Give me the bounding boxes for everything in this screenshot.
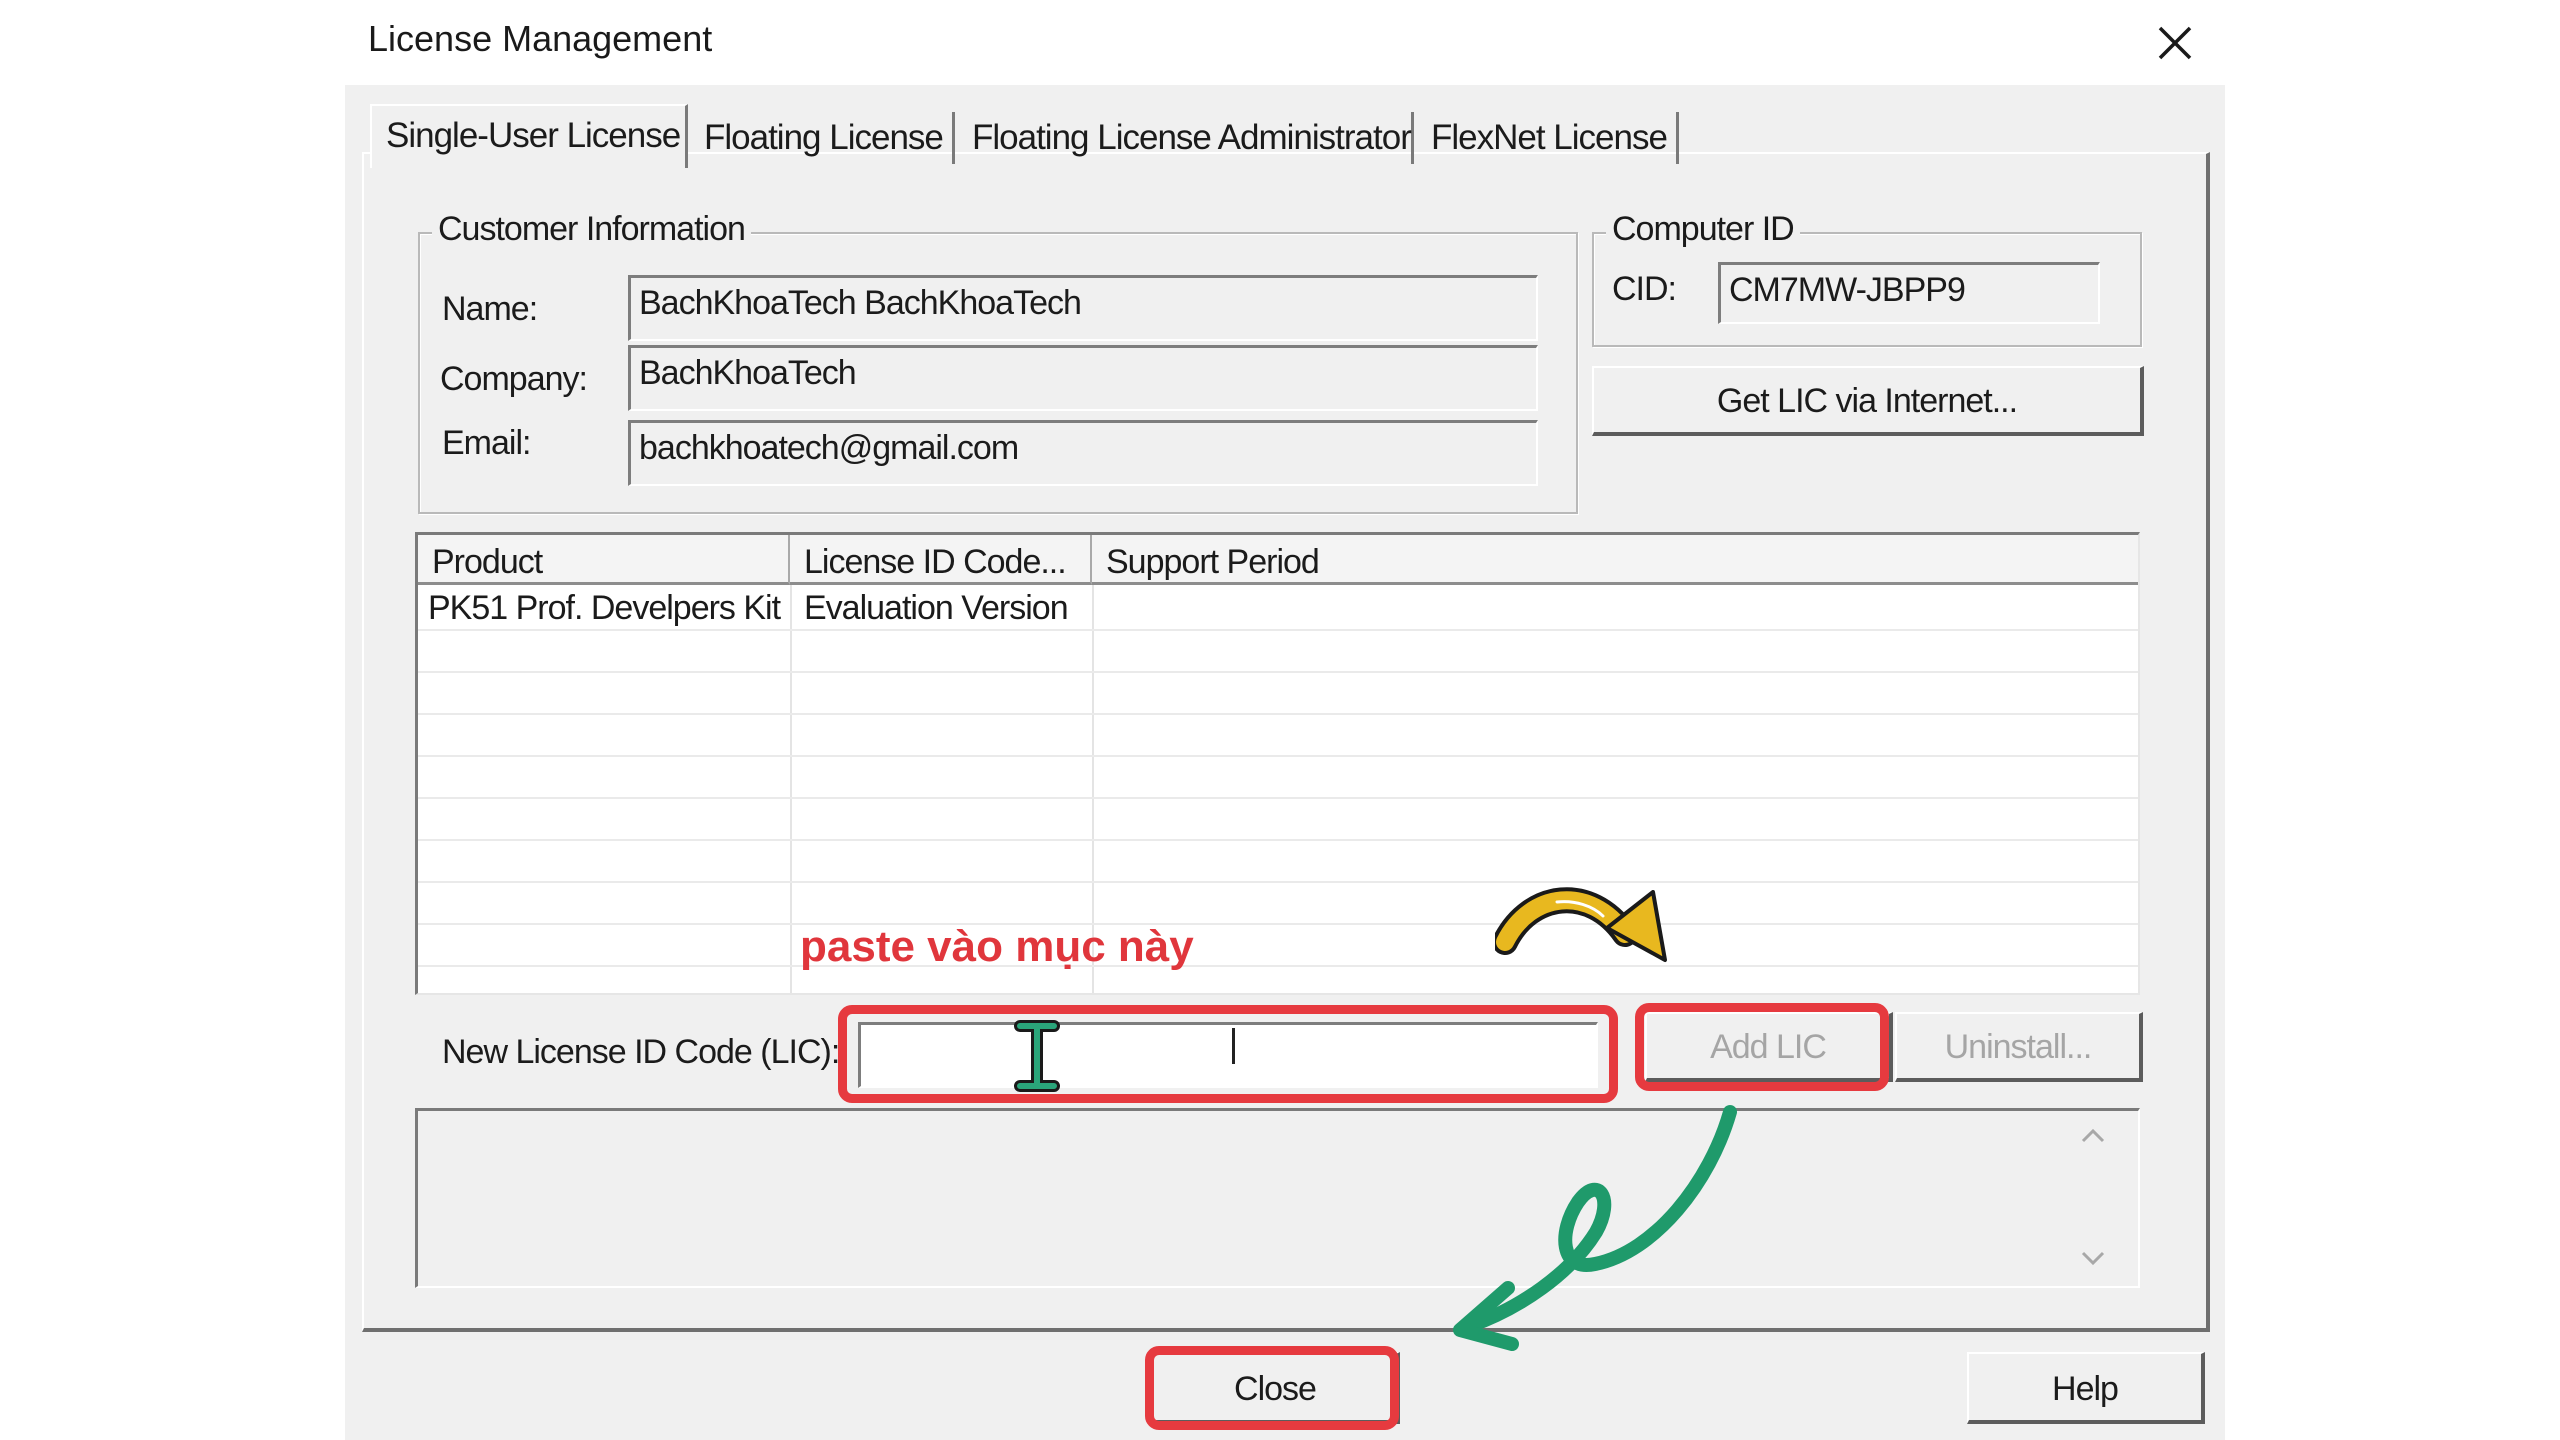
cid-field[interactable]: CM7MW-JBPP9 [1718,262,2100,324]
name-label: Name: [442,290,538,328]
row-divider [418,965,2138,967]
column-header-license-id-code[interactable]: License ID Code... [790,535,1092,585]
company-label: Company: [440,360,588,398]
annotation-paste-here: paste vào mục này [800,922,1194,971]
tab-floating-license[interactable]: Floating License [690,112,955,164]
close-highlight-box [1145,1346,1399,1430]
row-divider [418,797,2138,799]
yellow-arrow-icon [1495,887,1667,962]
row-divider [418,755,2138,757]
customer-information-label: Customer Information [432,210,751,249]
close-icon[interactable] [2150,18,2200,68]
green-arrow-icon [1453,1105,1737,1351]
email-label: Email: [442,424,531,462]
table-row[interactable]: PK51 Prof. Develpers Kit Evaluation Vers… [418,587,2138,629]
column-header-product[interactable]: Product [418,535,790,585]
row-divider [418,671,2138,673]
input-highlight-box [838,1005,1618,1103]
scroll-up-icon[interactable] [2073,1117,2113,1153]
add-lic-highlight-box [1635,1003,1889,1091]
name-field[interactable]: BachKhoaTech BachKhoaTech [628,275,1538,341]
row-divider [418,629,2138,631]
tab-single-user-license[interactable]: Single-User License [370,104,688,168]
column-header-support-period[interactable]: Support Period [1092,535,2138,585]
row-divider [418,923,2138,925]
message-box[interactable] [415,1108,2140,1288]
scroll-down-icon[interactable] [2073,1241,2113,1277]
table-cell-license-id-code: Evaluation Version [804,589,1069,627]
tab-floating-license-administrator[interactable]: Floating License Administrator [958,112,1414,164]
column-divider [790,585,792,993]
email-field[interactable]: bachkhoatech@gmail.com [628,420,1538,486]
get-lic-via-internet-button[interactable]: Get LIC via Internet... [1592,366,2144,436]
row-divider [418,713,2138,715]
row-divider [418,881,2138,883]
help-button[interactable]: Help [1967,1352,2205,1424]
table-cell-product: PK51 Prof. Develpers Kit [428,589,781,627]
license-list[interactable]: Product License ID Code... Support Perio… [415,532,2140,995]
new-license-id-code-label: New License ID Code (LIC): [442,1033,840,1071]
tab-flexnet-license[interactable]: FlexNet License [1417,112,1679,164]
cid-label: CID: [1612,270,1677,308]
window-title: License Management [368,18,713,59]
row-divider [418,839,2138,841]
company-field[interactable]: BachKhoaTech [628,345,1538,411]
uninstall-button[interactable]: Uninstall... [1895,1012,2143,1082]
computer-id-label: Computer ID [1606,210,1800,249]
